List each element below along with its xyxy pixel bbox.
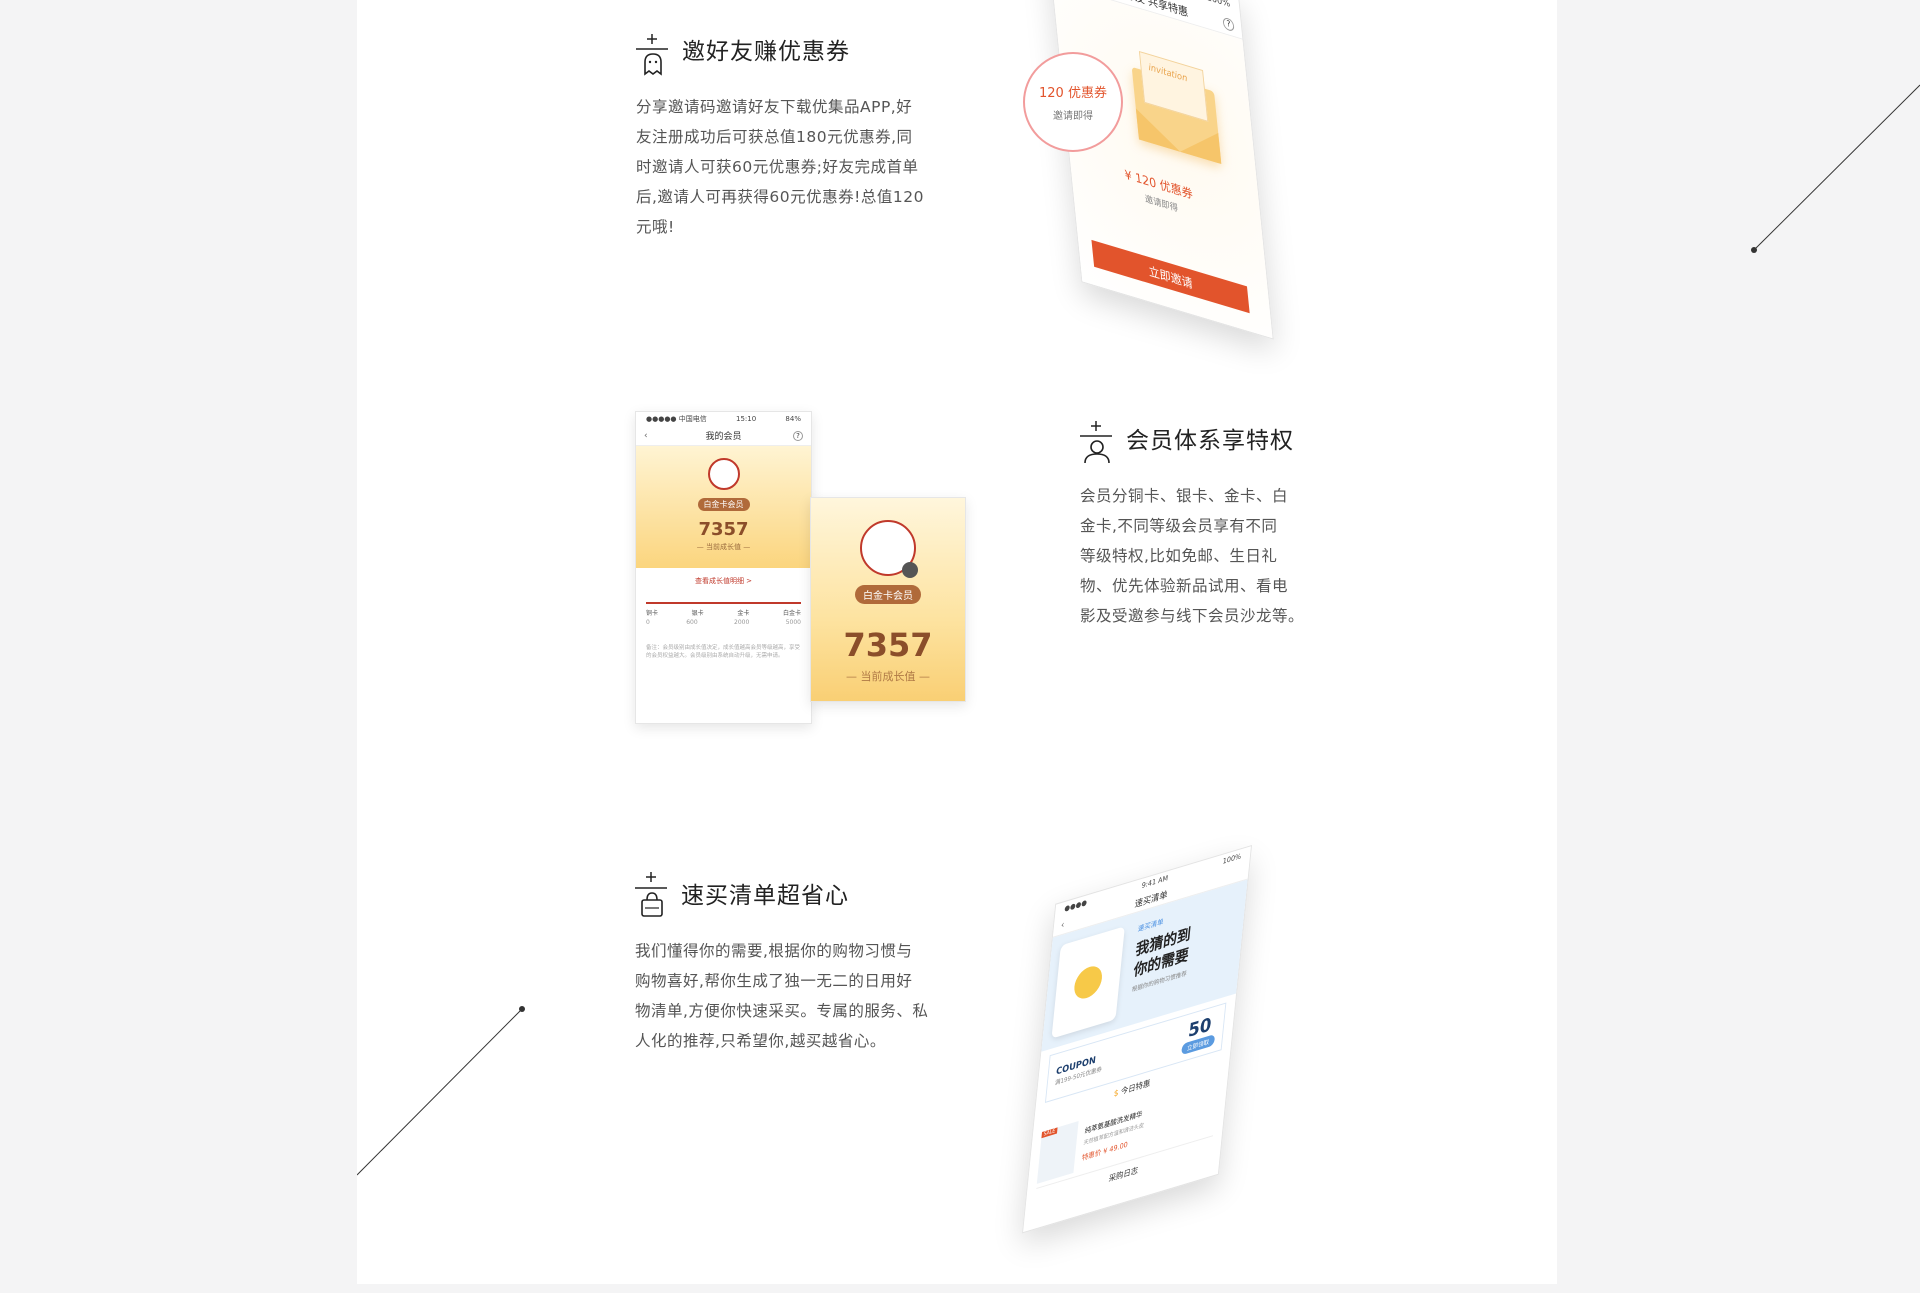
- decorative-lines-right: [1751, 84, 1920, 253]
